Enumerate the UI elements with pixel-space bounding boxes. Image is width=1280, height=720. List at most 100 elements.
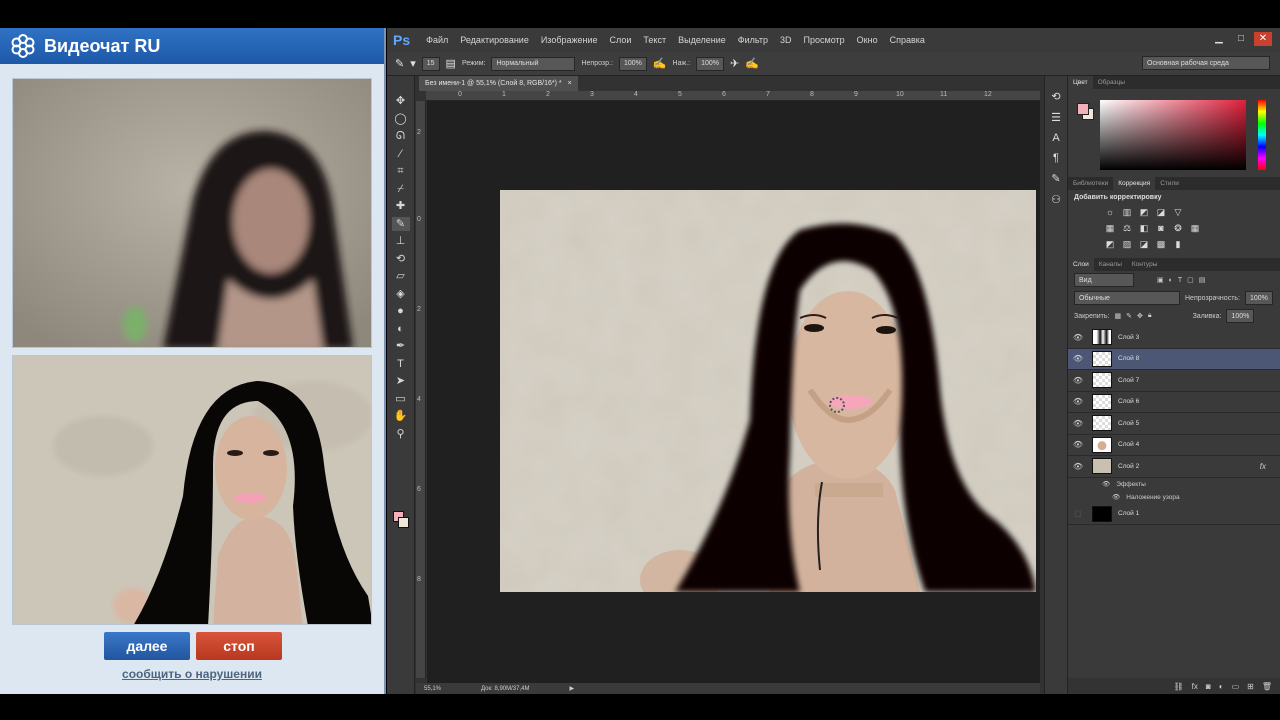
hand-tool-icon[interactable]: ✋ [392,409,410,424]
photo-filter-icon[interactable]: ◙ [1155,223,1167,234]
lasso-tool-icon[interactable]: ᘏ [392,129,410,144]
tab-channels[interactable]: Каналы [1094,261,1127,268]
zoom-level[interactable]: 55,1% [424,686,441,692]
layer-name[interactable]: Слой 7 [1118,377,1139,384]
curves-icon[interactable]: ◩ [1138,207,1150,218]
paragraph-panel-icon[interactable]: ¶ [1053,152,1059,164]
pen-tool-icon[interactable]: ✒ [392,339,410,354]
menu-select[interactable]: Выделение [672,35,732,45]
black-white-icon[interactable]: ◧ [1138,223,1150,234]
layer-name[interactable]: Слой 3 [1118,334,1139,341]
layer-effect-row[interactable]: 👁︎ Наложение узора [1068,491,1280,504]
menu-3d[interactable]: 3D [774,35,798,45]
menu-filter[interactable]: Фильтр [732,35,774,45]
background-color-swatch[interactable] [398,517,409,528]
move-tool-icon[interactable]: ✥ [392,94,410,109]
layer-row[interactable]: 👁︎ Слой 7 [1068,370,1280,392]
layer-name[interactable]: Слой 8 [1118,355,1139,362]
layer-filter-select[interactable]: Вид [1074,273,1134,287]
layer-row[interactable]: 👁︎ Слой 5 [1068,413,1280,435]
visibility-eye-icon[interactable]: 👁︎ [1068,419,1088,428]
effect-eye-icon[interactable]: 👁︎ [1112,493,1120,501]
next-button[interactable]: далее [104,632,190,660]
layer-name[interactable]: Слой 4 [1118,441,1139,448]
history-panel-icon[interactable]: ⟲ [1051,90,1060,103]
eyedropper-tool-icon[interactable]: ⌿ [392,182,410,197]
menu-layers[interactable]: Слои [604,35,638,45]
exposure-icon[interactable]: ◪ [1155,207,1167,218]
blur-tool-icon[interactable]: ● [392,304,410,319]
posterize-icon[interactable]: ▨ [1121,239,1133,250]
layer-row[interactable]: 👁︎ Слой 2 fx [1068,456,1280,478]
panel-foreground-swatch[interactable] [1077,103,1089,115]
fill-field[interactable]: 100% [1226,309,1255,323]
brush-tool-icon[interactable]: ✎ [391,216,410,231]
lock-pixels-icon[interactable]: ▦ [1114,312,1121,320]
layer-name[interactable]: Слой 2 [1118,463,1139,470]
pressure-field[interactable]: 100% [696,56,724,71]
tab-close-icon[interactable]: × [568,80,572,87]
layer-row[interactable]: 👁︎ Слой 4 [1068,435,1280,456]
lock-paint-icon[interactable]: ✎ [1126,312,1132,320]
clone-source-panel-icon[interactable]: ⚇ [1051,193,1061,206]
pressure-opacity-icon[interactable]: ✍ [653,57,667,70]
dodge-tool-icon[interactable]: ◐ [392,322,410,337]
opacity-field[interactable]: 100% [618,56,647,71]
invert-icon[interactable]: ◩ [1104,239,1116,250]
fx-badge[interactable]: fx [1260,462,1266,471]
channel-mixer-icon[interactable]: ❂ [1172,223,1184,234]
layer-name[interactable]: Слой 5 [1118,420,1139,427]
color-spectrum[interactable] [1100,100,1246,170]
layer-effects-row[interactable]: 👁︎ Эффекты [1068,478,1280,491]
visibility-eye-icon[interactable]: 👁︎ [1068,440,1088,449]
filter-adjust-icon[interactable]: ◐ [1169,277,1173,284]
menu-view[interactable]: Просмотр [798,35,851,45]
marquee-tool-icon[interactable]: ◯ [392,112,410,127]
brush-tool-icon[interactable]: ✎ [395,57,404,70]
brightness-icon[interactable]: ☼ [1104,207,1116,218]
visibility-eye-icon[interactable]: 👁︎ [1068,462,1088,471]
brush-preset-panel-icon[interactable]: ✎ [1051,172,1060,185]
quick-select-tool-icon[interactable]: ⁄ [392,147,410,162]
new-layer-icon[interactable]: ⊞ [1247,682,1254,691]
path-select-tool-icon[interactable]: ➤ [392,374,410,389]
report-link[interactable]: сообщить о нарушении [0,667,384,681]
new-group-icon[interactable]: ▭ [1232,682,1240,691]
hue-saturation-icon[interactable]: ▦ [1104,223,1116,234]
new-adjustment-icon[interactable]: ◐ [1219,682,1224,691]
tab-libraries[interactable]: Библиотеки [1068,180,1113,187]
tab-paths[interactable]: Контуры [1127,261,1163,268]
tab-color[interactable]: Цвет [1068,76,1093,89]
healing-tool-icon[interactable]: ✚ [392,199,410,214]
crop-tool-icon[interactable]: ⌗ [392,164,410,179]
hue-slider[interactable] [1258,100,1266,170]
gradient-map-icon[interactable]: ▮ [1172,239,1184,250]
blend-mode-select[interactable]: Обычные [1074,291,1180,305]
menu-image[interactable]: Изображение [535,35,604,45]
vibrance-icon[interactable]: ▽ [1172,207,1184,218]
visibility-eye-icon[interactable]: 👁︎ [1068,376,1088,385]
minimize-icon[interactable]: ▁ [1210,32,1228,46]
layer-name[interactable]: Слой 6 [1118,398,1139,405]
tab-styles[interactable]: Стили [1155,180,1184,187]
color-lookup-icon[interactable]: ▦ [1189,223,1201,234]
filter-shape-icon[interactable]: ▢ [1187,276,1194,284]
visibility-eye-icon[interactable]: 👁︎ [1068,354,1088,363]
rectangle-tool-icon[interactable]: ▭ [392,392,410,407]
stop-button[interactable]: стоп [196,632,282,660]
filter-type-icon[interactable]: T [1178,277,1182,284]
tab-layers[interactable]: Слои [1068,258,1094,271]
brush-size-picker[interactable]: 15 [421,56,440,71]
layer-row[interactable]: 👁︎ Слой 6 [1068,392,1280,413]
maximize-icon[interactable]: □ [1232,32,1250,46]
threshold-icon[interactable]: ◪ [1138,239,1150,250]
visibility-off-icon[interactable]: ▢ [1068,509,1088,518]
document-canvas[interactable] [500,190,1036,592]
layer-row[interactable]: 👁︎ Слой 3 [1068,327,1280,349]
tab-adjustments[interactable]: Коррекция [1113,177,1156,190]
properties-panel-icon[interactable]: ☰ [1051,111,1061,124]
character-panel-icon[interactable]: A [1052,132,1059,144]
layer-row[interactable]: 👁︎ Слой 8 [1068,348,1280,370]
stamp-tool-icon[interactable]: ⊥ [392,234,410,249]
trash-icon[interactable]: 🗑︎ [1262,682,1272,691]
